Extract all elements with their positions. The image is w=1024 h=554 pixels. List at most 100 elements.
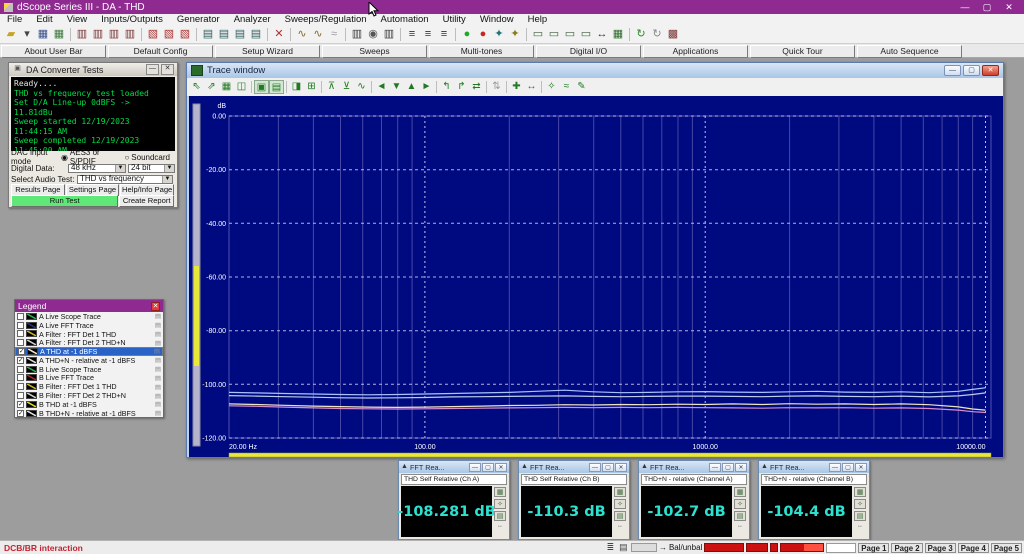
scope-window-icon[interactable]: ▥ — [74, 27, 90, 42]
sweep-disabled-icon[interactable]: ≈ — [326, 27, 342, 42]
cursor-up-icon[interactable]: ▲ — [404, 80, 419, 94]
pan-trace-icon[interactable]: ⇖ — [189, 80, 204, 94]
digital-i-o-button[interactable]: Digital I/O — [536, 45, 641, 58]
copy-trace-icon[interactable]: ▤ — [155, 409, 161, 417]
da-panel-titlebar[interactable]: ▣ DA Converter Tests — ✕ — [9, 63, 177, 76]
fit-layout-icon[interactable]: ↔ — [594, 27, 610, 42]
settling-icon[interactable]: ◉ — [365, 27, 381, 42]
bit-depth-select[interactable]: 24 bit▼ — [128, 164, 175, 173]
copy-trace-icon[interactable]: ▤ — [155, 374, 161, 382]
close-windows-icon[interactable]: ✕ — [271, 27, 287, 42]
legend-item-b-live-scope-trace[interactable]: B Live Scope Trace▤ — [15, 365, 163, 374]
legend-item-b-filter-fft-det-1-thd[interactable]: B Filter : FFT Det 1 THD▤ — [15, 382, 163, 391]
overlay-icon[interactable]: ≈ — [559, 80, 574, 94]
trace-visibility-checkbox[interactable]: ✓ — [17, 401, 24, 408]
radio-soundcard[interactable]: ○Soundcard — [124, 153, 170, 162]
copy-trace-icon[interactable]: ▤ — [155, 392, 161, 400]
menu-inputs-outputs[interactable]: Inputs/Outputs — [94, 14, 170, 25]
sweep-setup-icon[interactable]: ∿ — [294, 27, 310, 42]
meter-maximize-button[interactable]: ▢ — [482, 463, 494, 472]
counter-3-icon[interactable]: ≡ — [436, 27, 452, 42]
meter-settings-icon[interactable]: ✧ — [854, 499, 866, 509]
applications-button[interactable]: Applications — [643, 45, 748, 58]
open-dropdown-icon[interactable]: ▾ — [19, 27, 35, 42]
chevron-down-icon[interactable]: ▼ — [164, 165, 174, 172]
start-run-icon[interactable]: ● — [459, 27, 475, 42]
scope-a-icon[interactable]: ▤ — [200, 27, 216, 42]
meter-resize-icon[interactable]: ↔ — [497, 523, 503, 529]
meter-settings-icon[interactable]: ✧ — [614, 499, 626, 509]
menu-help[interactable]: Help — [521, 14, 555, 25]
counter-2-icon[interactable]: ≡ — [420, 27, 436, 42]
page-4-button[interactable]: Page 4 — [958, 543, 989, 553]
chevron-down-icon[interactable]: ▼ — [162, 176, 172, 183]
digital-io-panel-icon[interactable]: ▧ — [177, 27, 193, 42]
meter-close-button[interactable]: ✕ — [495, 463, 507, 472]
trace-maximize-button[interactable]: ▢ — [963, 65, 980, 76]
refresh-a-icon[interactable]: ↻ — [633, 27, 649, 42]
printer-icon[interactable]: ≣ — [605, 542, 616, 553]
cursor-right-icon[interactable]: ► — [419, 80, 434, 94]
legend-item-a-live-fft-trace[interactable]: A Live FFT Trace▤ — [15, 321, 163, 330]
trace-minimize-button[interactable]: — — [944, 65, 961, 76]
legend-item-a-filter-fft-det-1-thd[interactable]: A Filter : FFT Det 1 THD▤ — [15, 330, 163, 339]
graph-export-icon[interactable]: ▣ — [254, 80, 269, 94]
legend-item-b-thd-n-relative-at-1-dbfs[interactable]: ✓B THD+N - relative at -1 dBFS▤ — [15, 409, 163, 418]
meter-resize-icon[interactable]: ↔ — [737, 523, 743, 529]
copy-trace-icon[interactable]: ▤ — [155, 312, 161, 320]
annotate-icon[interactable]: ✎ — [574, 80, 589, 94]
scope-b-icon[interactable]: ▤ — [216, 27, 232, 42]
copy-trace-icon[interactable]: ▤ — [155, 365, 161, 373]
copy-trace-icon[interactable]: ◫ — [234, 80, 249, 94]
meter-minimize-button[interactable]: — — [469, 463, 481, 472]
copy-trace-icon[interactable]: ▤ — [154, 348, 160, 356]
meter-close-button[interactable]: ✕ — [735, 463, 747, 472]
legend-titlebar[interactable]: Legend ✕ — [15, 300, 163, 312]
limits-icon[interactable]: ▥ — [381, 27, 397, 42]
run-test-button[interactable]: Run Test — [11, 195, 118, 207]
meter-log-icon[interactable]: ▤ — [494, 511, 506, 521]
chevron-down-icon[interactable]: ▼ — [115, 165, 125, 172]
meter-log-icon[interactable]: ▤ — [614, 511, 626, 521]
meter-titlebar[interactable]: ▲FFT Rea...—▢✕ — [759, 461, 869, 473]
meter-log-icon[interactable]: ▤ — [854, 511, 866, 521]
minimize-button[interactable]: — — [954, 1, 976, 14]
page-2-button[interactable]: Page 2 — [891, 543, 922, 553]
layout-3-icon[interactable]: ▭ — [562, 27, 578, 42]
setup-wizard-button[interactable]: Setup Wizard — [215, 45, 320, 58]
script-run-icon[interactable]: ✦ — [491, 27, 507, 42]
page-5-button[interactable]: Page 5 — [991, 543, 1022, 553]
close-button[interactable]: ✕ — [998, 1, 1020, 14]
menu-window[interactable]: Window — [473, 14, 521, 25]
meter-display-mode-icon[interactable]: ▦ — [614, 487, 626, 497]
marker-icon[interactable]: ✧ — [544, 80, 559, 94]
legend-item-a-live-scope-trace[interactable]: A Live Scope Trace▤ — [15, 312, 163, 321]
trace-window-toggle-icon[interactable]: ▥ — [106, 27, 122, 42]
trace-visibility-checkbox[interactable] — [17, 322, 24, 329]
meter-resize-icon[interactable]: ↔ — [857, 523, 863, 529]
copy-trace-icon[interactable]: ▤ — [155, 321, 161, 329]
audio-test-select[interactable]: THD vs frequency▼ — [77, 175, 173, 184]
legend-item-a-thd-at-1-dbfs[interactable]: ✓A THD at -1 dBFS▤ — [15, 347, 163, 356]
compress-y-icon[interactable]: ⊻ — [339, 80, 354, 94]
trace-visibility-checkbox[interactable] — [17, 366, 24, 373]
multi-tones-button[interactable]: Multi-tones — [429, 45, 534, 58]
legend-item-a-filter-fft-det-2-thd-n[interactable]: A Filter : FFT Det 2 THD+N▤ — [15, 338, 163, 347]
stop-run-icon[interactable]: ● — [475, 27, 491, 42]
grid-toggle-icon[interactable]: ⊞ — [304, 80, 319, 94]
save-trace-icon[interactable]: ▦ — [219, 80, 234, 94]
fft-b-icon[interactable]: ▤ — [248, 27, 264, 42]
trace-visibility-checkbox[interactable] — [17, 330, 24, 337]
menu-analyzer[interactable]: Analyzer — [227, 14, 278, 25]
fft-a-icon[interactable]: ▤ — [232, 27, 248, 42]
open-config-icon[interactable]: ▰ — [3, 27, 19, 42]
meter-settings-icon[interactable]: ✧ — [734, 499, 746, 509]
prev-point-icon[interactable]: ↰ — [439, 80, 454, 94]
copy-trace-icon[interactable]: ▤ — [155, 400, 161, 408]
trace-close-button[interactable]: ✕ — [982, 65, 999, 76]
legend-item-b-filter-fft-det-2-thd-n[interactable]: B Filter : FFT Det 2 THD+N▤ — [15, 391, 163, 400]
menu-file[interactable]: File — [0, 14, 29, 25]
meter-maximize-button[interactable]: ▢ — [602, 463, 614, 472]
refresh-b-icon[interactable]: ↻ — [649, 27, 665, 42]
meter-display-mode-icon[interactable]: ▦ — [854, 487, 866, 497]
